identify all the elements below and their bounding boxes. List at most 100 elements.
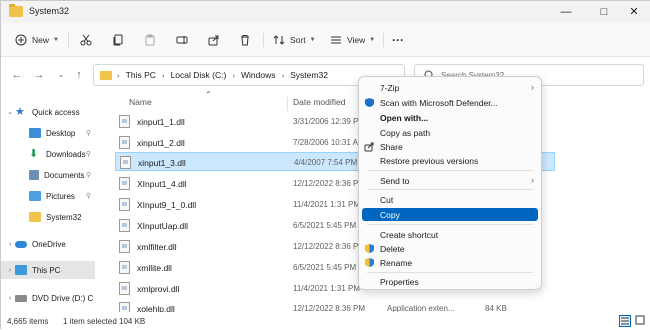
nav-pictures[interactable]: Pictures ⚲ [1, 187, 95, 205]
menu-separator [367, 272, 533, 273]
nav-label: Desktop [46, 128, 76, 138]
document-icon [29, 170, 39, 180]
trash-icon [241, 35, 249, 46]
nav-dvd-drive[interactable]: › DVD Drive (D:) C [1, 289, 95, 307]
chevron-right-icon[interactable]: › [5, 295, 15, 302]
breadcrumb-local-disk[interactable]: Local Disk (C:) [171, 70, 227, 80]
close-button[interactable]: ✕ [617, 1, 650, 23]
menu-item-properties[interactable]: Properties [362, 275, 538, 288]
menu-separator [367, 170, 533, 171]
chevron-right-icon: › [232, 70, 235, 80]
view-icon [331, 36, 341, 44]
menu-separator [367, 224, 533, 225]
column-header-name[interactable]: Name [129, 97, 152, 107]
more-options-button[interactable]: ··· [392, 31, 404, 49]
menu-item-create-shortcut[interactable]: Create shortcut [362, 228, 538, 241]
breadcrumb-system32[interactable]: System32 [290, 70, 328, 80]
sort-icon [273, 35, 285, 45]
selection-size: 104 KB [119, 317, 146, 326]
desktop-icon [29, 128, 41, 138]
minimize-button[interactable]: — [549, 1, 583, 23]
dll-file-icon [120, 156, 131, 169]
chevron-right-icon[interactable]: › [5, 267, 15, 274]
view-button[interactable]: View ▼ [330, 31, 375, 49]
new-button[interactable]: New ▼ [15, 31, 59, 49]
menu-item-open-with[interactable]: Open with... [362, 111, 538, 124]
paste-button[interactable] [144, 31, 156, 49]
arrow-up-icon: ↑ [76, 69, 82, 81]
maximize-button[interactable]: □ [587, 1, 621, 23]
column-separator[interactable] [287, 97, 288, 111]
dll-file-icon [119, 261, 130, 274]
copy-button[interactable] [112, 31, 124, 49]
command-bar: New ▼ Sort ▼ View ▼ ··· [1, 23, 650, 57]
nav-documents[interactable]: Documents ⚲ [1, 166, 95, 184]
menu-item-send-to[interactable]: Send to › [362, 174, 538, 187]
menu-item-share[interactable]: Share [362, 140, 538, 153]
nav-this-pc[interactable]: › This PC [1, 261, 95, 279]
dll-file-icon [119, 198, 130, 211]
nav-system32[interactable]: System32 [1, 208, 95, 226]
item-count: 4,665 items [7, 317, 49, 326]
nav-downloads[interactable]: ⬇ Downloads ⚲ [1, 145, 95, 163]
menu-item-label: Scan with Microsoft Defender... [380, 98, 498, 108]
back-button[interactable]: ← [9, 68, 25, 82]
share-icon [364, 142, 374, 152]
menu-item-label: 7-Zip [380, 83, 400, 93]
file-name: XInput9_1_0.dll [137, 200, 197, 210]
pin-icon: ⚲ [85, 130, 91, 137]
column-header-date[interactable]: Date modified [293, 97, 345, 107]
address-row: ← → ⌄ ↑ › This PC › Local Disk (C:) › Wi… [1, 57, 650, 93]
shield-icon [365, 98, 374, 107]
separator [68, 33, 69, 47]
chevron-down-icon: ▼ [53, 37, 59, 43]
menu-item-restore-previous-versions[interactable]: Restore previous versions [362, 154, 538, 167]
cut-button[interactable] [80, 31, 92, 49]
nav-onedrive[interactable]: › OneDrive [1, 235, 95, 253]
arrow-right-icon: → [33, 69, 45, 81]
arrow-left-icon: ← [11, 69, 23, 81]
chevron-right-icon: › [281, 70, 285, 80]
breadcrumb-windows[interactable]: Windows [241, 70, 275, 80]
menu-item-copy[interactable]: Copy [362, 208, 538, 221]
delete-button[interactable] [239, 31, 251, 49]
menu-item-cut[interactable]: Cut [362, 193, 538, 206]
forward-button[interactable]: → [31, 68, 47, 82]
details-view-button[interactable] [619, 315, 631, 327]
ellipsis-icon: ··· [392, 33, 404, 47]
share-icon [208, 35, 219, 46]
tiles-view-button[interactable] [635, 315, 647, 327]
clipboard-icon [145, 34, 155, 46]
dll-file-icon [119, 240, 130, 253]
file-date: 7/28/2006 10:31 AM [293, 138, 365, 147]
menu-item-rename[interactable]: Rename [362, 256, 538, 269]
breadcrumb-this-pc[interactable]: This PC [126, 70, 156, 80]
menu-item-label: Create shortcut [380, 230, 439, 240]
recent-locations-button[interactable]: ⌄ [53, 68, 69, 82]
chevron-right-icon: › [531, 82, 534, 92]
menu-item-scan-defender[interactable]: Scan with Microsoft Defender... [362, 96, 538, 109]
file-name: xmlprovi.dll [137, 284, 180, 294]
uac-shield-icon [365, 258, 374, 267]
dll-file-icon [119, 282, 130, 295]
plus-icon [15, 34, 27, 46]
title-bar: System32 — □ ✕ [1, 1, 650, 23]
menu-separator [367, 189, 533, 190]
menu-item-copy-as-path[interactable]: Copy as path [362, 126, 538, 139]
nav-label: Pictures [46, 191, 75, 201]
file-date: 12/12/2022 8:36 PM [293, 242, 366, 251]
sort-button[interactable]: Sort ▼ [273, 31, 316, 49]
share-button[interactable] [208, 31, 220, 49]
nav-quick-access[interactable]: ⌄ ★ Quick access [1, 103, 95, 121]
dll-file-icon [119, 219, 130, 232]
chevron-right-icon[interactable]: › [5, 241, 15, 248]
rename-button[interactable] [176, 31, 188, 49]
menu-item-delete[interactable]: Delete [362, 242, 538, 255]
nav-desktop[interactable]: Desktop ⚲ [1, 124, 95, 142]
file-name: xinput1_3.dll [138, 158, 186, 168]
up-button[interactable]: ↑ [71, 68, 87, 82]
nav-label: DVD Drive (D:) C [32, 293, 94, 303]
menu-item-label: Delete [380, 244, 405, 254]
menu-item-7zip[interactable]: 7-Zip › [362, 81, 538, 94]
new-label: New [32, 35, 50, 45]
